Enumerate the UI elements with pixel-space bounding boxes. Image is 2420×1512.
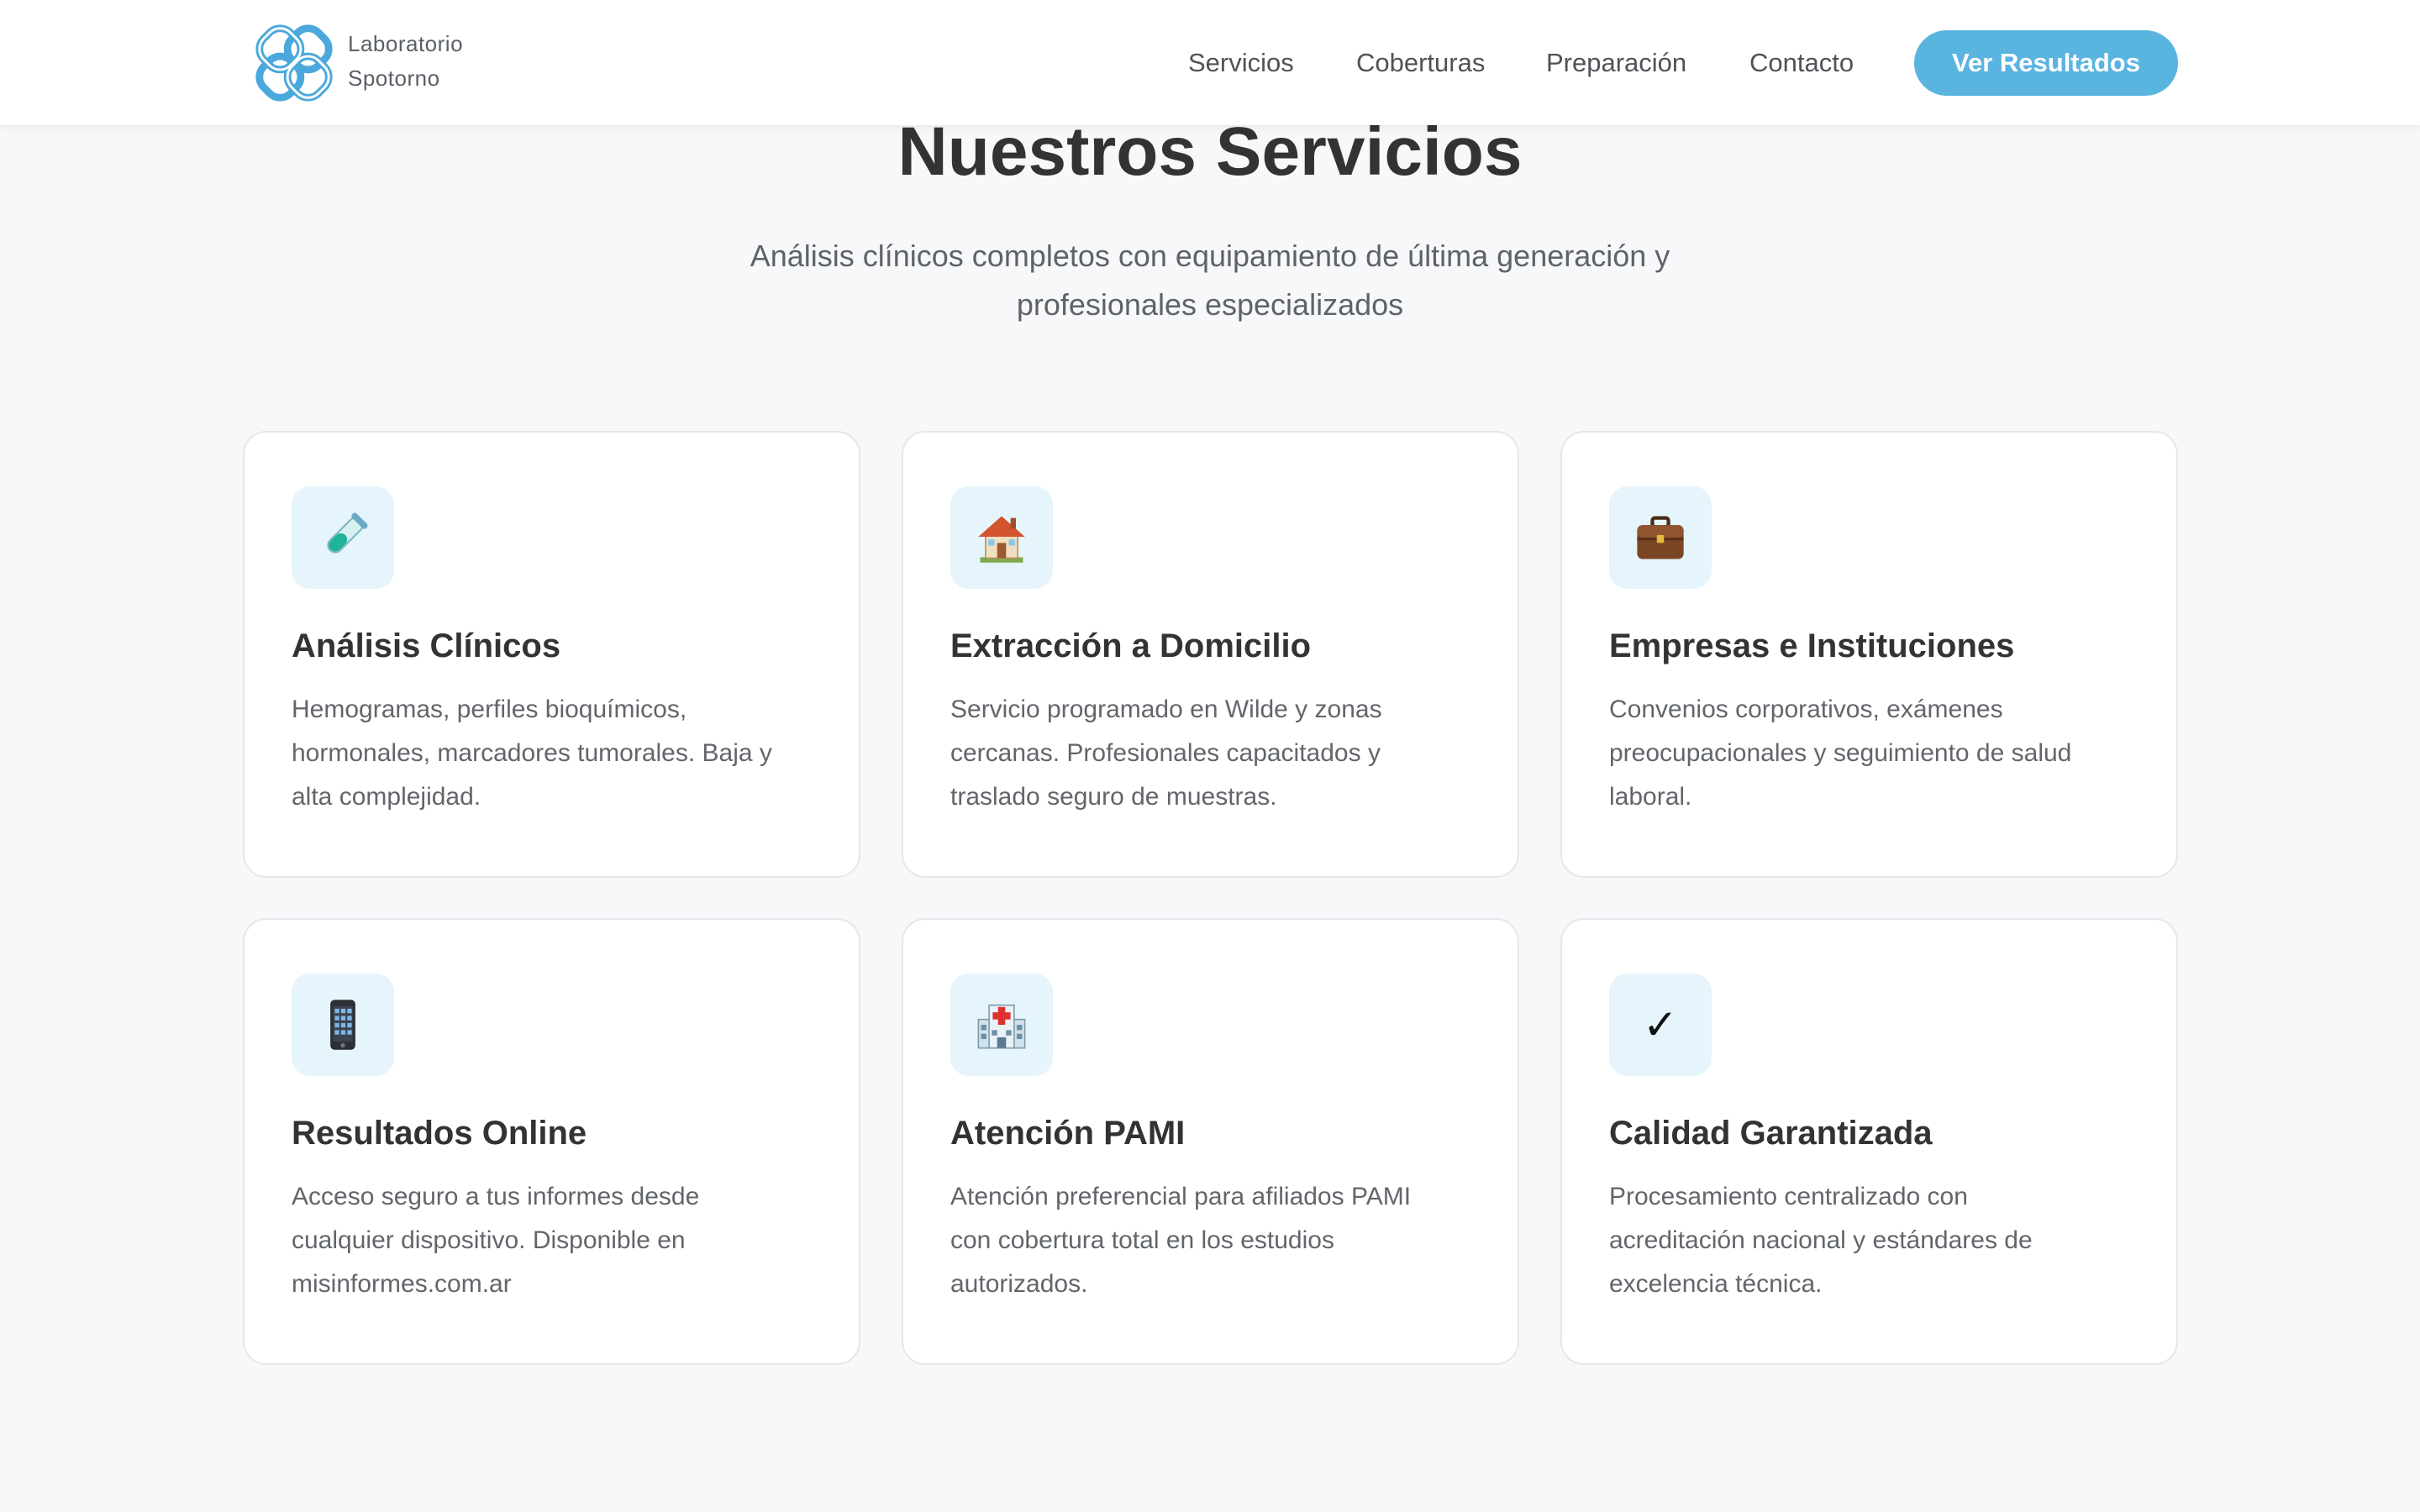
service-description-line: cercanas. Profesionales capacitados y	[950, 739, 1381, 767]
service-description-line: Procesamiento centralizado con	[1609, 1183, 1968, 1210]
service-title: Extracción a Domicilio	[950, 627, 1312, 664]
house-icon	[978, 516, 1025, 563]
service-description: Servicio programado en Wilde y zonas cer…	[950, 688, 1488, 819]
service-card-resultados[interactable]: Resultados Online Acceso seguro a tus in…	[243, 918, 860, 1365]
test-tube-icon	[327, 512, 368, 554]
service-description: Atención preferencial para afiliados PAM…	[950, 1175, 1488, 1306]
service-description-line: laboral.	[1609, 783, 1692, 811]
service-description-line: traslado seguro de muestras.	[950, 783, 1277, 811]
service-description-line: cualquier dispositivo. Disponible en	[292, 1226, 686, 1254]
service-title: Resultados Online	[292, 1115, 587, 1152]
checkmark-icon: ✓	[1643, 1000, 1678, 1049]
service-title: Empresas e Instituciones	[1609, 627, 2015, 664]
service-description-line: con cobertura total en los estudios	[950, 1226, 1334, 1254]
service-icon-box	[292, 974, 394, 1076]
service-description-line: preocupacionales y seguimiento de salud	[1609, 739, 2072, 767]
nav-link-servicios[interactable]: Servicios	[1188, 44, 1294, 82]
service-description-line: misinformes.com.ar	[292, 1270, 512, 1298]
service-card-calidad[interactable]: ✓ Calidad Garantizada Procesamiento cent…	[1560, 918, 2178, 1365]
service-description: Procesamiento centralizado con acreditac…	[1609, 1175, 2147, 1306]
service-description-line: Servicio programado en Wilde y zonas	[950, 696, 1382, 723]
service-card-empresas[interactable]: Empresas e Instituciones Convenios corpo…	[1560, 431, 2178, 878]
service-description: Acceso seguro a tus informes desde cualq…	[292, 1175, 829, 1306]
service-description-line: excelencia técnica.	[1609, 1270, 1823, 1298]
service-icon-box	[1609, 486, 1712, 589]
service-description-line: Convenios corporativos, exámenes	[1609, 696, 2003, 723]
service-title: Análisis Clínicos	[292, 627, 561, 664]
service-icon-box	[292, 486, 394, 589]
site-header: Laboratorio Spotorno Servicios Cobertura…	[0, 0, 2420, 125]
service-description-line: acreditación nacional y estándares de	[1609, 1226, 2033, 1254]
service-description-line: autorizados.	[950, 1270, 1088, 1298]
service-icon-box	[950, 974, 1053, 1076]
service-description-line: Acceso seguro a tus informes desde	[292, 1183, 700, 1210]
mobile-phone-icon	[330, 1000, 355, 1050]
service-description-line: alta complejidad.	[292, 783, 481, 811]
nav-link-coberturas[interactable]: Coberturas	[1356, 44, 1485, 82]
nav-link-preparacion[interactable]: Preparación	[1546, 44, 1686, 82]
ver-resultados-button[interactable]: Ver Resultados	[1914, 30, 2178, 96]
service-card-analisis[interactable]: Análisis Clínicos Hemogramas, perfiles b…	[243, 431, 860, 878]
service-description-line: hormonales, marcadores tumorales. Baja y	[292, 739, 772, 767]
service-icon-box	[950, 486, 1053, 589]
briefcase-icon	[1637, 516, 1684, 559]
service-description: Hemogramas, perfiles bioquímicos, hormon…	[292, 688, 829, 819]
section-subtitle-line1: Análisis clínicos completos con equipami…	[750, 239, 1670, 273]
service-description-line: Atención preferencial para afiliados PAM…	[950, 1183, 1412, 1210]
service-title: Atención PAMI	[950, 1115, 1186, 1152]
section-subtitle-line2: profesionales especializados	[1016, 287, 1404, 322]
nav-link-contacto[interactable]: Contacto	[1749, 44, 1854, 82]
service-title: Calidad Garantizada	[1609, 1115, 1933, 1152]
section-subtitle: Análisis clínicos completos con equipami…	[706, 232, 1714, 329]
service-card-domicilio[interactable]: Extracción a Domicilio Servicio programa…	[902, 431, 1519, 878]
service-icon-box: ✓	[1609, 974, 1712, 1076]
service-description: Convenios corporativos, exámenes preocup…	[1609, 688, 2147, 819]
service-description-line: Hemogramas, perfiles bioquímicos,	[292, 696, 687, 723]
hospital-icon	[977, 1004, 1026, 1049]
service-card-pami[interactable]: Atención PAMI Atención preferencial para…	[902, 918, 1519, 1365]
